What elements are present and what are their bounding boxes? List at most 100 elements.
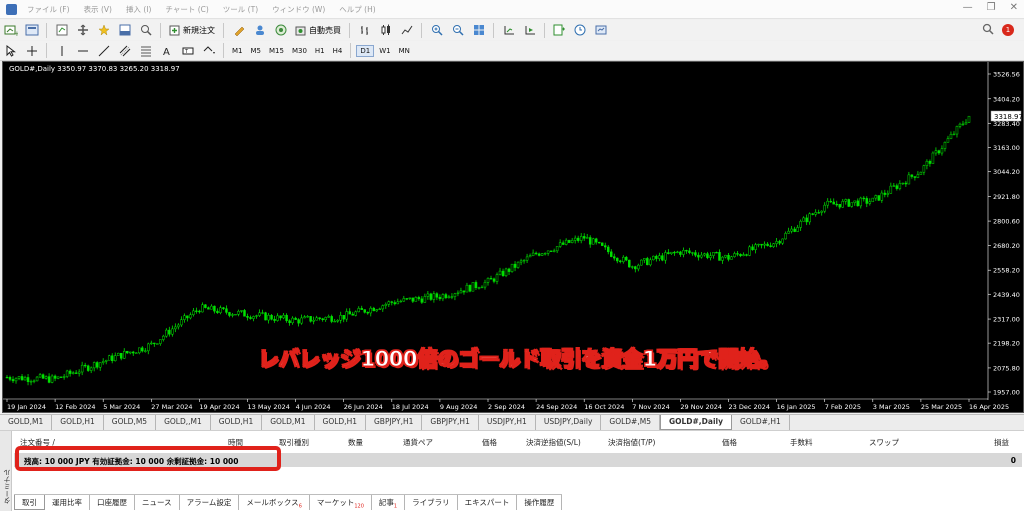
column-price[interactable]: 価格: [482, 437, 497, 448]
terminal-tab[interactable]: 口座履歴: [90, 495, 135, 510]
timeframe-m1[interactable]: M1: [229, 46, 246, 56]
signals-icon[interactable]: [272, 22, 289, 38]
minimize-button[interactable]: —: [963, 2, 973, 13]
candle-body: [685, 250, 688, 252]
timeframe-mn[interactable]: MN: [396, 46, 413, 56]
terminal-tab[interactable]: メールボックス6: [239, 495, 310, 510]
terminal-tab[interactable]: エキスパート: [458, 495, 518, 510]
autoscroll-icon[interactable]: [521, 22, 538, 38]
zoom-in-icon[interactable]: [428, 22, 445, 38]
terminal-toggle-icon[interactable]: [116, 22, 133, 38]
candle-body: [147, 343, 150, 352]
restore-button[interactable]: ❐: [987, 2, 996, 13]
timeframe-h4[interactable]: H4: [330, 46, 346, 56]
terminal-tab[interactable]: 取引: [14, 495, 45, 510]
terminal-tab[interactable]: ライブラリ: [405, 495, 458, 510]
indicators-icon[interactable]: [551, 22, 568, 38]
menu-chart[interactable]: チャート (C): [158, 4, 215, 15]
zoom-out-icon[interactable]: [449, 22, 466, 38]
candle-body: [86, 365, 90, 371]
chart-tab[interactable]: GOLD,,M1: [156, 415, 211, 430]
chart-tab[interactable]: GOLD#,H1: [732, 415, 790, 430]
shapes-icon[interactable]: [200, 43, 217, 59]
tile-windows-icon[interactable]: [470, 22, 487, 38]
chart-tab[interactable]: GOLD#,M5: [601, 415, 660, 430]
menu-view[interactable]: 表示 (V): [77, 4, 119, 15]
timeframe-m15[interactable]: M15: [266, 46, 287, 56]
search-icon[interactable]: [982, 23, 994, 37]
chart-tab[interactable]: USDJPY,H1: [479, 415, 536, 430]
chart-tab[interactable]: GOLD,M5: [104, 415, 157, 430]
chart-tab[interactable]: GOLD,H1: [52, 415, 104, 430]
text-tool-icon[interactable]: A: [158, 43, 175, 59]
channel-icon[interactable]: [116, 43, 133, 59]
candle-body: [327, 316, 330, 318]
candle-body: [216, 310, 219, 314]
terminal-panel: ターミナル 注文番号 / 時間 取引種別 数量 通貨ペア 価格 決済逆指値(S/…: [0, 430, 1024, 512]
horizontal-line-icon[interactable]: [74, 43, 91, 59]
candle-body: [682, 250, 685, 255]
menu-help[interactable]: ヘルプ (H): [332, 4, 382, 15]
line-chart-icon[interactable]: [398, 22, 415, 38]
candle-body: [646, 258, 649, 266]
column-symbol[interactable]: 通貨ペア: [403, 437, 433, 448]
candlestick-icon[interactable]: [377, 22, 394, 38]
menu-insert[interactable]: 挿入 (I): [119, 4, 158, 15]
column-stop-loss[interactable]: 決済逆指値(S/L): [526, 437, 581, 448]
data-window-icon[interactable]: [74, 22, 91, 38]
chart-tab[interactable]: GBPJPY,H1: [422, 415, 479, 430]
column-volume[interactable]: 数量: [348, 437, 363, 448]
periodicity-icon[interactable]: [572, 22, 589, 38]
templates-icon[interactable]: [593, 22, 610, 38]
trendline-icon[interactable]: [95, 43, 112, 59]
new-chart-icon[interactable]: +: [2, 22, 19, 38]
terminal-tab[interactable]: 運用比率: [45, 495, 90, 510]
candle-body: [525, 256, 529, 261]
column-profit[interactable]: 損益: [994, 437, 1009, 448]
column-commission[interactable]: 手数料: [790, 437, 813, 448]
new-order-button[interactable]: 新規注文: [165, 25, 219, 36]
navigator-icon[interactable]: [95, 22, 112, 38]
terminal-tab[interactable]: 操作履歴: [517, 495, 563, 510]
column-swap[interactable]: スワップ: [869, 437, 899, 448]
label-tool-icon[interactable]: T: [179, 43, 196, 59]
timeframe-d1[interactable]: D1: [356, 44, 375, 57]
terminal-tab[interactable]: マーケット120: [310, 495, 372, 510]
column-type[interactable]: 取引種別: [279, 437, 309, 448]
close-button[interactable]: ✕: [1010, 2, 1018, 13]
menu-file[interactable]: ファイル (F): [20, 4, 77, 15]
menu-tools[interactable]: ツール (T): [216, 4, 265, 15]
menu-window[interactable]: ウィンドウ (W): [265, 4, 332, 15]
timeframe-m5[interactable]: M5: [248, 46, 265, 56]
timeframe-m30[interactable]: M30: [289, 46, 310, 56]
chart-shift-icon[interactable]: [500, 22, 517, 38]
notification-icon[interactable]: 1: [1002, 24, 1014, 36]
fibonacci-icon[interactable]: [137, 43, 154, 59]
timeframe-w1[interactable]: W1: [376, 46, 393, 56]
chart-tab[interactable]: GOLD,M1: [0, 415, 53, 430]
chart-tab[interactable]: GOLD#,Daily: [659, 415, 732, 430]
candle-body: [796, 227, 799, 232]
strategy-tester-icon[interactable]: [137, 22, 154, 38]
bar-chart-icon[interactable]: [356, 22, 373, 38]
terminal-tab[interactable]: 記事1: [372, 495, 406, 510]
community-icon[interactable]: [251, 22, 268, 38]
column-take-profit[interactable]: 決済指値(T/P): [608, 437, 655, 448]
cursor-icon[interactable]: [2, 43, 19, 59]
terminal-tab[interactable]: ニュース: [135, 495, 180, 510]
chart-tab[interactable]: GOLD,H1: [315, 415, 366, 430]
chart-tab[interactable]: USDJPY,Daily: [536, 415, 602, 430]
vertical-line-icon[interactable]: [53, 43, 70, 59]
chart-tab[interactable]: GOLD,M1: [262, 415, 315, 430]
market-watch-icon[interactable]: [53, 22, 70, 38]
crosshair-icon[interactable]: [23, 43, 40, 59]
metaeditor-icon[interactable]: [230, 22, 247, 38]
column-current-price[interactable]: 価格: [722, 437, 737, 448]
profiles-icon[interactable]: [23, 22, 40, 38]
timeframe-h1[interactable]: H1: [312, 46, 328, 56]
chart-tab[interactable]: GOLD,H1: [211, 415, 263, 430]
terminal-tab[interactable]: アラーム設定: [180, 495, 240, 510]
chart-tab[interactable]: GBPJPY,H1: [366, 415, 423, 430]
auto-trading-button[interactable]: 自動売買: [291, 25, 345, 36]
candle-body: [591, 238, 595, 245]
